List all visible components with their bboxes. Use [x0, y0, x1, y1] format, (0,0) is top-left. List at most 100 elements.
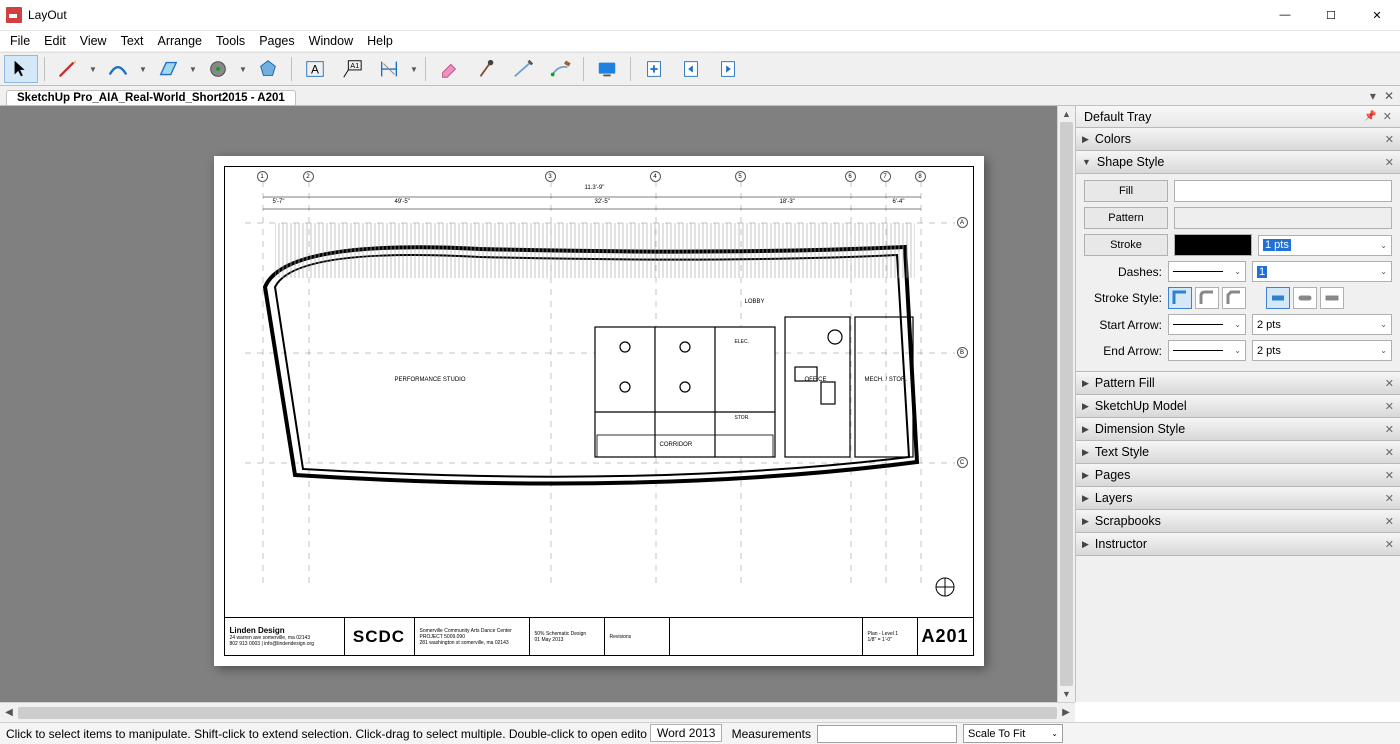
panel-scrapbooks[interactable]: ▶Scrapbooks✕: [1076, 509, 1400, 533]
statusbar: Click to select items to manipulate. Shi…: [0, 722, 1400, 744]
cap-flat[interactable]: [1266, 287, 1290, 309]
dashes-scale-input[interactable]: 1⌄: [1252, 261, 1392, 282]
dashes-select[interactable]: ⌄: [1168, 261, 1246, 282]
menu-text[interactable]: Text: [115, 32, 150, 50]
page[interactable]: 1 2 3 4 5 6 7 8 A B C: [214, 156, 984, 666]
maximize-button[interactable]: ☐: [1308, 0, 1354, 31]
panel-close-icon[interactable]: ✕: [1385, 133, 1394, 146]
panel-pattern-fill[interactable]: ▶Pattern Fill✕: [1076, 371, 1400, 395]
arc-tool[interactable]: [101, 55, 135, 83]
dimension-tool-dropdown[interactable]: ▼: [409, 65, 419, 74]
select-tool[interactable]: [4, 55, 38, 83]
end-arrow-size[interactable]: 2 pts⌄: [1252, 340, 1392, 361]
dim-text: 18'-3": [780, 199, 795, 205]
zoom-select[interactable]: Scale To Fit⌄: [963, 724, 1063, 743]
dimension-tool[interactable]: [372, 55, 406, 83]
tray-title[interactable]: Default Tray 📌 ✕: [1076, 106, 1400, 128]
panel-close-icon[interactable]: ✕: [1385, 400, 1394, 413]
join-tool[interactable]: [543, 55, 577, 83]
vertical-scrollbar[interactable]: ▲ ▼: [1057, 106, 1075, 702]
polygon-tool[interactable]: [251, 55, 285, 83]
line-tool[interactable]: [51, 55, 85, 83]
add-page-tool[interactable]: [637, 55, 671, 83]
menu-pages[interactable]: Pages: [253, 32, 300, 50]
project-addr: 281 washington st somerville, ma 02143: [420, 640, 524, 646]
panel-close-icon[interactable]: ✕: [1385, 515, 1394, 528]
panel-close-icon[interactable]: ✕: [1385, 492, 1394, 505]
start-arrow-size[interactable]: 2 pts⌄: [1252, 314, 1392, 335]
cap-square[interactable]: [1320, 287, 1344, 309]
menu-view[interactable]: View: [74, 32, 113, 50]
corner-round[interactable]: [1195, 287, 1219, 309]
panel-text-style[interactable]: ▶Text Style✕: [1076, 440, 1400, 464]
menu-window[interactable]: Window: [303, 32, 359, 50]
panel-shape-style[interactable]: ▼Shape Style✕: [1076, 150, 1400, 174]
panel-close-icon[interactable]: ✕: [1385, 423, 1394, 436]
pattern-swatch[interactable]: [1174, 207, 1392, 229]
drawing-area[interactable]: 1 2 3 4 5 6 7 8 A B C: [225, 167, 973, 617]
start-arrow-select[interactable]: ⌄: [1168, 314, 1246, 335]
panel-instructor[interactable]: ▶Instructor✕: [1076, 532, 1400, 556]
panel-colors[interactable]: ▶Colors✕: [1076, 127, 1400, 151]
panel-close-icon[interactable]: ✕: [1385, 469, 1394, 482]
split-tool[interactable]: [506, 55, 540, 83]
room-label: ELEC.: [735, 339, 749, 345]
rectangle-tool-dropdown[interactable]: ▼: [188, 65, 198, 74]
panel-sketchup-model[interactable]: ▶SketchUp Model✕: [1076, 394, 1400, 418]
style-tool[interactable]: [469, 55, 503, 83]
panel-label: Text Style: [1095, 445, 1149, 459]
panel-layers[interactable]: ▶Layers✕: [1076, 486, 1400, 510]
corner-miter[interactable]: [1168, 287, 1192, 309]
panel-label: Colors: [1095, 132, 1131, 146]
room-label: PERFORMANCE STUDIO: [395, 377, 466, 383]
menu-help[interactable]: Help: [361, 32, 399, 50]
pin-icon[interactable]: 📌: [1364, 111, 1376, 122]
fill-toggle[interactable]: Fill: [1084, 180, 1168, 202]
presentation-tool[interactable]: [590, 55, 624, 83]
prev-page-tool[interactable]: [674, 55, 708, 83]
project-logo: SCDC: [353, 627, 405, 647]
arc-tool-dropdown[interactable]: ▼: [138, 65, 148, 74]
horizontal-scrollbar[interactable]: ◀ ▶: [0, 702, 1075, 722]
panel-dimension-style[interactable]: ▶Dimension Style✕: [1076, 417, 1400, 441]
menu-file[interactable]: File: [4, 32, 36, 50]
stroke-width-input[interactable]: 1 pts⌄: [1258, 235, 1392, 256]
eraser-tool[interactable]: [432, 55, 466, 83]
stroke-toggle[interactable]: Stroke: [1084, 234, 1168, 256]
menu-arrange[interactable]: Arrange: [152, 32, 208, 50]
scroll-thumb[interactable]: [18, 707, 1057, 719]
menu-edit[interactable]: Edit: [38, 32, 72, 50]
panel-close-icon[interactable]: ✕: [1385, 446, 1394, 459]
corner-bevel[interactable]: [1222, 287, 1246, 309]
fill-swatch[interactable]: [1174, 180, 1392, 202]
tab-menu-icon[interactable]: ▾: [1370, 89, 1376, 103]
next-page-tool[interactable]: [711, 55, 745, 83]
cap-round[interactable]: [1293, 287, 1317, 309]
text-tool[interactable]: A: [298, 55, 332, 83]
circle-tool[interactable]: [201, 55, 235, 83]
tab-close-icon[interactable]: ✕: [1384, 89, 1394, 103]
canvas[interactable]: 1 2 3 4 5 6 7 8 A B C: [0, 106, 1057, 702]
pattern-toggle[interactable]: Pattern: [1084, 207, 1168, 229]
label-tool[interactable]: A1: [335, 55, 369, 83]
circle-tool-dropdown[interactable]: ▼: [238, 65, 248, 74]
panel-close-icon[interactable]: ✕: [1385, 156, 1394, 169]
panel-close-icon[interactable]: ✕: [1385, 377, 1394, 390]
line-tool-dropdown[interactable]: ▼: [88, 65, 98, 74]
tray-close-icon[interactable]: ✕: [1383, 110, 1392, 123]
scroll-right-icon[interactable]: ▶: [1057, 707, 1075, 718]
stroke-color-swatch[interactable]: [1174, 234, 1252, 256]
close-button[interactable]: ✕: [1354, 0, 1400, 31]
scroll-left-icon[interactable]: ◀: [0, 707, 18, 718]
scroll-thumb[interactable]: [1060, 122, 1073, 686]
measurements-input[interactable]: [817, 725, 957, 743]
scroll-up-icon[interactable]: ▲: [1058, 106, 1075, 122]
minimize-button[interactable]: —: [1262, 0, 1308, 31]
panel-pages[interactable]: ▶Pages✕: [1076, 463, 1400, 487]
rectangle-tool[interactable]: [151, 55, 185, 83]
document-tab[interactable]: SketchUp Pro_AIA_Real-World_Short2015 - …: [6, 90, 296, 105]
menu-tools[interactable]: Tools: [210, 32, 251, 50]
scroll-down-icon[interactable]: ▼: [1058, 686, 1075, 702]
panel-close-icon[interactable]: ✕: [1385, 538, 1394, 551]
end-arrow-select[interactable]: ⌄: [1168, 340, 1246, 361]
